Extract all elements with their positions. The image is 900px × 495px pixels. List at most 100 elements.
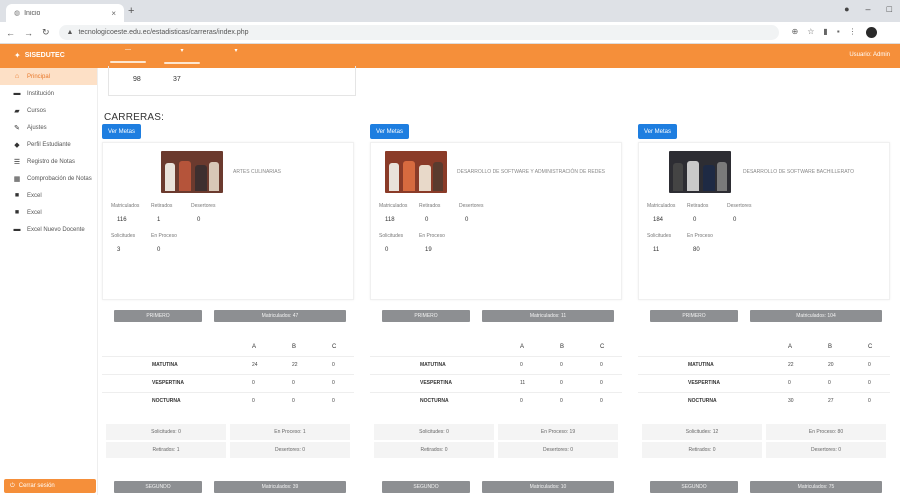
header-menu-item[interactable]: —: [110, 47, 146, 64]
stat-row: Matriculados 118 Retirados 0 Desertores 0: [379, 203, 484, 223]
sidebar-item-cursos[interactable]: ▰ Cursos: [0, 102, 97, 119]
matriculados-button[interactable]: Matriculados: 39: [214, 481, 346, 493]
list-icon: ☰: [13, 158, 21, 166]
sidebar-item-comprobacion[interactable]: ▦ Comprobación de Notas: [0, 170, 97, 187]
sidebar: ⌂ Principal ▬ Institución ▰ Cursos ✎ Ajustes…: [0, 68, 98, 495]
sidebar-item-perfil[interactable]: ◆ Perfil Estudiante: [0, 136, 97, 153]
browser-toolbar: ← → ↻ ▲ tecnologicoeste.edu.ec/estadisti…: [0, 22, 900, 44]
wrench-icon: ✎: [14, 124, 20, 132]
globe-icon: ◍: [14, 10, 21, 17]
primero-button[interactable]: PRIMERO: [382, 310, 470, 322]
address-bar[interactable]: ▲ tecnologicoeste.edu.ec/estadisticas/ca…: [58, 25, 779, 40]
header-menu-item[interactable]: ▾: [164, 47, 200, 64]
brand[interactable]: ✦ SISEDUTEC: [14, 51, 65, 60]
summary-value: 98: [133, 76, 141, 83]
browser-tab-strip: ◍ Inicio × + ● – □: [0, 0, 900, 22]
segundo-button[interactable]: SEGUNDO: [114, 481, 202, 493]
stat-row: Matriculados 116 Retirados 1 Desertores 0: [111, 203, 216, 223]
sidebar-item-institucion[interactable]: ▬ Institución: [0, 85, 97, 102]
ver-metas-button[interactable]: Ver Metas: [370, 124, 410, 139]
file-icon: ■: [14, 209, 20, 216]
summary-box: Solicitudes: 0 En Proceso: 19 Retirados:…: [370, 424, 622, 460]
sidebar-item-registro[interactable]: ☰ Registro de Notas: [0, 153, 97, 170]
career-image: [385, 151, 447, 193]
ver-metas-button[interactable]: Ver Metas: [638, 124, 678, 139]
logo-icon: ✦: [14, 51, 21, 60]
profile-icon[interactable]: ●: [844, 4, 849, 14]
summary-box: Solicitudes: 12 En Proceso: 80 Retirados…: [638, 424, 890, 460]
home-icon: ⌂: [14, 73, 20, 80]
career-image: [669, 151, 731, 193]
stat-row: Matriculados 184 Retirados 0 Desertores 0: [647, 203, 752, 223]
avatar[interactable]: [865, 27, 877, 38]
sidebar-item-ajustes[interactable]: ✎ Ajustes: [0, 119, 97, 136]
minimize-icon[interactable]: –: [866, 4, 871, 14]
matriculados-button[interactable]: Matriculados: 10: [482, 481, 614, 493]
zoom-icon[interactable]: ⊕: [792, 27, 799, 38]
primero-button[interactable]: PRIMERO: [114, 310, 202, 322]
segundo-button[interactable]: SEGUNDO: [382, 481, 470, 493]
close-tab-icon[interactable]: ×: [111, 9, 116, 18]
app-header: ✦ SISEDUTEC — ▾ ▾ Usuario: Admin: [0, 44, 900, 68]
section-title: CARRERAS:: [104, 112, 165, 123]
summary-box: Solicitudes: 0 En Proceso: 1 Retirados: …: [102, 424, 354, 460]
user-icon: ◆: [14, 141, 20, 149]
career-card: DESARROLLO DE SOFTWARE BACHILLERATO Matr…: [638, 142, 890, 300]
browser-tab[interactable]: ◍ Inicio ×: [6, 4, 124, 22]
segundo-button[interactable]: SEGUNDO: [650, 481, 738, 493]
career-name: ARTES CULINARIAS: [233, 169, 281, 175]
menu-dots-icon[interactable]: ⋮: [849, 27, 857, 38]
header-menu: — ▾ ▾: [110, 47, 254, 64]
grid-icon: ▦: [13, 175, 21, 183]
logout-button[interactable]: ⏻ Cerrar sesión: [4, 479, 96, 493]
file-icon: ■: [14, 192, 20, 199]
career-column: Ver Metas DESARROLLO DE SOFTWARE BACHILL…: [638, 124, 890, 495]
table-row: VESPERTINA 0 0 0: [102, 374, 354, 392]
stat-row: Solicitudes 0 En Proceso 19: [379, 233, 445, 253]
lock-icon: ▲: [66, 29, 74, 36]
career-column: Ver Metas ARTES CULINARIAS Matriculados 1…: [102, 124, 354, 495]
puzzle-icon[interactable]: ▪: [837, 27, 840, 38]
career-column: Ver Metas DESARROLLO DE SOFTWARE Y ADMIN…: [370, 124, 622, 495]
card-icon: ▬: [13, 226, 21, 233]
career-card: ARTES CULINARIAS Matriculados 116 Retirad…: [102, 142, 354, 300]
matriculados-button[interactable]: Matriculados: 11: [482, 310, 614, 322]
new-tab-icon[interactable]: +: [128, 5, 134, 17]
table-row: MATUTINA 22 20 0: [638, 356, 890, 374]
user-menu[interactable]: Usuario: Admin: [849, 52, 890, 58]
sidebar-item-excel-docente[interactable]: ▬ Excel Nuevo Docente: [0, 221, 97, 238]
matriculados-button[interactable]: Matriculados: 47: [214, 310, 346, 322]
table-row: NOCTURNA 0 0 0: [102, 392, 354, 410]
folder-icon: ▰: [14, 107, 20, 115]
table-row: MATUTINA 0 0 0: [370, 356, 622, 374]
card-icon: ▬: [13, 90, 21, 97]
matriculados-button[interactable]: Matriculados: 104: [750, 310, 882, 322]
extension-icon[interactable]: ▮: [823, 27, 827, 38]
sidebar-item-principal[interactable]: ⌂ Principal: [0, 68, 97, 85]
career-image: [161, 151, 223, 193]
back-icon[interactable]: ←: [6, 28, 15, 38]
table-row: NOCTURNA 0 0 0: [370, 392, 622, 410]
reload-icon[interactable]: ↻: [42, 27, 50, 38]
forward-icon[interactable]: →: [24, 28, 33, 38]
primero-button[interactable]: PRIMERO: [650, 310, 738, 322]
career-name: DESARROLLO DE SOFTWARE BACHILLERATO: [743, 169, 855, 175]
table-row: VESPERTINA 11 0 0: [370, 374, 622, 392]
ver-metas-button[interactable]: Ver Metas: [102, 124, 142, 139]
logout-icon: ⏻: [10, 482, 15, 489]
stat-row: Solicitudes 3 En Proceso 0: [111, 233, 177, 253]
stat-row: Solicitudes 11 En Proceso 80: [647, 233, 713, 253]
table-row: NOCTURNA 30 27 0: [638, 392, 890, 410]
matriculados-button[interactable]: Matriculados: 75: [750, 481, 882, 493]
sidebar-item-excel[interactable]: ■ Excel: [0, 187, 97, 204]
maximize-icon[interactable]: □: [887, 4, 892, 14]
career-card: DESARROLLO DE SOFTWARE Y ADMINISTRACIÓN …: [370, 142, 622, 300]
summary-card: 98 37: [108, 66, 356, 96]
star-icon[interactable]: ☆: [807, 27, 814, 38]
sidebar-item-excel-2[interactable]: ■ Excel: [0, 204, 97, 221]
career-name: DESARROLLO DE SOFTWARE Y ADMINISTRACIÓN …: [457, 169, 605, 175]
header-menu-item[interactable]: ▾: [218, 47, 254, 64]
brand-name: SISEDUTEC: [24, 52, 65, 59]
tab-title: Inicio: [24, 9, 41, 17]
url-text: tecnologicoeste.edu.ec/estadisticas/carr…: [78, 29, 249, 36]
